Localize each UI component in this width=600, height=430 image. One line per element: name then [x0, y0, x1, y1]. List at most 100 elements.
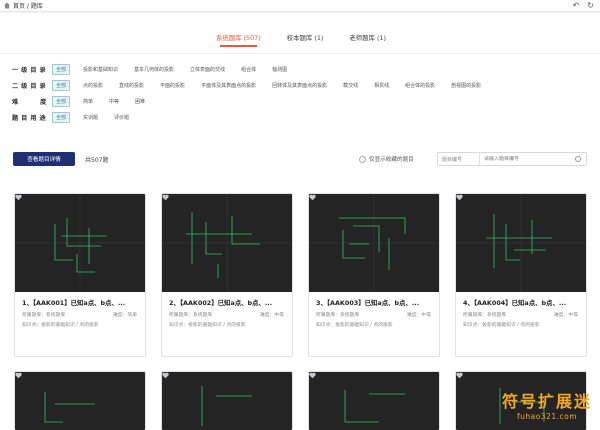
- top-bar: 首页 / 题库 ↶ ↻: [0, 0, 600, 12]
- question-title: 3、【AAK003】已知a点、b点、...: [316, 299, 420, 307]
- filter-option[interactable]: 全部: [52, 95, 71, 107]
- heart-icon[interactable]: [456, 194, 463, 201]
- question-card[interactable]: 1、【AAK001】已知a点、b点、... 所属题库：系统题库 难度：简单 知识…: [14, 193, 146, 357]
- drawing-preview: [201, 386, 252, 426]
- view-details-button[interactable]: 查看题目详情: [13, 152, 75, 166]
- question-title: 2、【AAK002】已知a点、b点、...: [169, 299, 273, 307]
- tab-teacher-bank[interactable]: 老师题库 (1): [349, 33, 386, 49]
- filter-option[interactable]: 相贯线: [371, 81, 392, 90]
- refresh-icon[interactable]: ↻: [587, 2, 594, 10]
- question-card[interactable]: [161, 371, 293, 430]
- question-thumbnail: [456, 194, 586, 292]
- question-title: 4、【AAK004】已知a点、b点、...: [463, 299, 567, 307]
- filter-option[interactable]: 回转体及其表面点的投影: [269, 81, 330, 90]
- filter-option[interactable]: 直线的投影: [116, 81, 147, 90]
- watermark-text: 符号扩展迷: [501, 392, 592, 411]
- question-difficulty: 难度：简单: [113, 313, 137, 318]
- filter-option[interactable]: 剖视图的投影: [448, 81, 484, 90]
- heart-icon[interactable]: [309, 372, 316, 379]
- drawing-preview: [456, 194, 586, 292]
- filter-option[interactable]: 全部: [52, 63, 71, 75]
- filter-option[interactable]: 立体表面的交线: [187, 65, 228, 74]
- heart-icon[interactable]: [456, 372, 463, 379]
- tab-divider: [0, 53, 600, 54]
- question-title: 1、【AAK001】已知a点、b点、...: [22, 299, 126, 307]
- question-knowledge: 知识点：投影的基础知识 / 点的投影: [316, 323, 393, 328]
- question-difficulty: 难度：中等: [407, 313, 431, 318]
- question-difficulty: 难度：中等: [554, 313, 578, 318]
- filter-option[interactable]: 点的投影: [80, 81, 106, 90]
- drawing-preview: [162, 194, 292, 292]
- filter-option[interactable]: 组合体: [238, 65, 259, 74]
- filter-row-difficulty: 难度 全部 简单 中等 困难: [12, 95, 158, 107]
- filter-label: 一级目录: [12, 66, 49, 74]
- main-panel: 系统题库 (507) 校本题库 (1) 老师题库 (1) 一级目录 全部 投影和…: [0, 13, 600, 430]
- tab-school-bank[interactable]: 校本题库 (1): [287, 33, 324, 49]
- filter-row-level2: 二级目录 全部 点的投影 直线的投影 平面的投影 平面体及其表面点的投影 回转体…: [12, 79, 494, 91]
- question-thumbnail: [309, 372, 439, 430]
- filter-option[interactable]: 基本几何体的投影: [131, 65, 177, 74]
- only-favorites-toggle[interactable]: 仅显示收藏的题目: [359, 155, 414, 163]
- filter-option[interactable]: 组合体的投影: [402, 81, 438, 90]
- question-knowledge: 知识点：投影的基础知识 / 点的投影: [463, 323, 540, 328]
- filter-option[interactable]: 轴测图: [269, 65, 290, 74]
- heart-icon[interactable]: [162, 194, 169, 201]
- question-thumbnail: [15, 194, 145, 292]
- drawing-preview: [15, 194, 145, 292]
- filter-option[interactable]: 简单: [80, 97, 96, 106]
- question-knowledge: 知识点：投影的基础知识 / 点的投影: [169, 323, 246, 328]
- filter-option[interactable]: 困难: [132, 97, 148, 106]
- filter-label: 题目用途: [12, 114, 49, 122]
- question-thumbnail: [309, 194, 439, 292]
- question-thumbnail: [162, 372, 292, 430]
- filter-label: 难度: [12, 98, 69, 106]
- tab-system-bank[interactable]: 系统题库 (507): [216, 33, 261, 49]
- only-favorites-label: 仅显示收藏的题目: [369, 157, 414, 163]
- heart-icon[interactable]: [15, 372, 22, 379]
- question-card[interactable]: 3、【AAK003】已知a点、b点、... 所属题库：系统题库 难度：中等 知识…: [308, 193, 440, 357]
- filter-option[interactable]: 平面的投影: [157, 81, 188, 90]
- filter-option[interactable]: 中等: [106, 97, 122, 106]
- question-card[interactable]: 2、【AAK002】已知a点、b点、... 所属题库：系统题库 难度：中等 知识…: [161, 193, 293, 357]
- question-source: 所属题库：系统题库: [22, 313, 66, 318]
- filter-option[interactable]: 全部: [52, 111, 71, 123]
- filter-option[interactable]: 实训题: [80, 113, 101, 122]
- radio-icon[interactable]: [359, 155, 366, 163]
- filter-option[interactable]: 投影和基础知识: [80, 65, 121, 74]
- question-source: 所属题库：系统题库: [463, 313, 507, 318]
- question-source: 所属题库：系统题库: [316, 313, 360, 318]
- filter-option[interactable]: 截交线: [340, 81, 361, 90]
- question-card[interactable]: [14, 371, 146, 430]
- filter-row-level1: 一级目录 全部 投影和基础知识 基本几何体的投影 立体表面的交线 组合体 轴测图: [12, 63, 300, 75]
- question-thumbnail: [15, 372, 145, 430]
- back-icon[interactable]: ↶: [573, 2, 580, 10]
- home-icon[interactable]: [4, 2, 10, 9]
- drawing-preview: [344, 390, 405, 423]
- breadcrumb[interactable]: 首页 / 题库: [13, 1, 43, 10]
- search-box: 题目编号: [437, 152, 587, 166]
- question-thumbnail: [162, 194, 292, 292]
- question-card[interactable]: [308, 371, 440, 430]
- filter-row-usage: 题目用途 全部 实训题 评价题: [12, 111, 142, 123]
- search-icon[interactable]: [575, 156, 581, 162]
- drawing-preview: [44, 392, 95, 423]
- question-source: 所属题库：系统题库: [169, 313, 213, 318]
- drawing-preview: [309, 194, 439, 292]
- watermark-url: fuhao321.com: [516, 412, 578, 421]
- filter-option[interactable]: 平面体及其表面点的投影: [198, 81, 259, 90]
- search-input[interactable]: [484, 156, 574, 162]
- search-type-select[interactable]: 题目编号: [438, 153, 480, 165]
- heart-icon[interactable]: [162, 372, 169, 379]
- heart-icon[interactable]: [15, 194, 22, 201]
- filter-option[interactable]: 评价题: [111, 113, 132, 122]
- filter-label: 二级目录: [12, 82, 49, 90]
- total-count: 共507题: [85, 157, 109, 164]
- bank-tabs: 系统题库 (507) 校本题库 (1) 老师题库 (1): [196, 33, 406, 49]
- heart-icon[interactable]: [309, 194, 316, 201]
- filter-option[interactable]: 全部: [52, 79, 71, 91]
- question-knowledge: 知识点：投影的基础知识 / 点的投影: [22, 323, 99, 328]
- question-difficulty: 难度：中等: [260, 313, 284, 318]
- site-watermark: 符号扩展迷 fuhao321.com: [502, 388, 592, 421]
- question-card[interactable]: 4、【AAK004】已知a点、b点、... 所属题库：系统题库 难度：中等 知识…: [455, 193, 587, 357]
- list-toolbar: 查看题目详情 共507题 仅显示收藏的题目 题目编号: [13, 152, 587, 168]
